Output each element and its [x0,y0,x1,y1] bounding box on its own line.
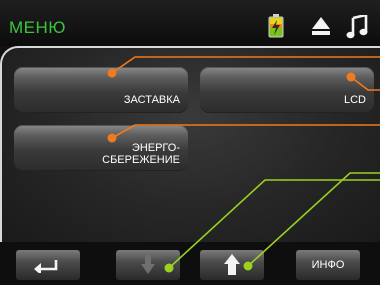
music-note-icon[interactable] [346,13,368,44]
device-screen: МЕНЮ ЗАСТАВКА LCD ЭНЕРГО- СБЕРЕЖЕНИЕ ИНФ… [0,0,380,285]
battery-charging-icon [268,14,284,43]
screensaver-button-label: ЗАСТАВКА [123,94,180,106]
down-arrow-icon [141,255,155,274]
info-button[interactable]: ИНФО [296,250,360,280]
menu-panel: ЗАСТАВКА LCD ЭНЕРГО- СБЕРЕЖЕНИЕ [0,46,380,242]
back-button[interactable] [16,250,80,280]
eject-icon[interactable] [311,16,331,41]
up-arrow-icon [224,254,240,275]
top-bar: МЕНЮ [0,0,380,46]
power-saving-button[interactable]: ЭНЕРГО- СБЕРЕЖЕНИЕ [14,125,188,171]
lcd-button-label: LCD [343,94,366,106]
power-saving-button-label: ЭНЕРГО- СБЕРЕЖЕНИЕ [102,142,180,166]
back-arrow-icon [34,260,58,273]
bottom-toolbar: ИНФО [0,242,380,285]
scroll-down-button[interactable] [116,250,180,280]
info-button-label: ИНФО [311,259,345,271]
lcd-button[interactable]: LCD [200,67,374,113]
menu-title: МЕНЮ [9,18,66,37]
scroll-up-button[interactable] [200,250,264,280]
screensaver-button[interactable]: ЗАСТАВКА [14,67,188,113]
